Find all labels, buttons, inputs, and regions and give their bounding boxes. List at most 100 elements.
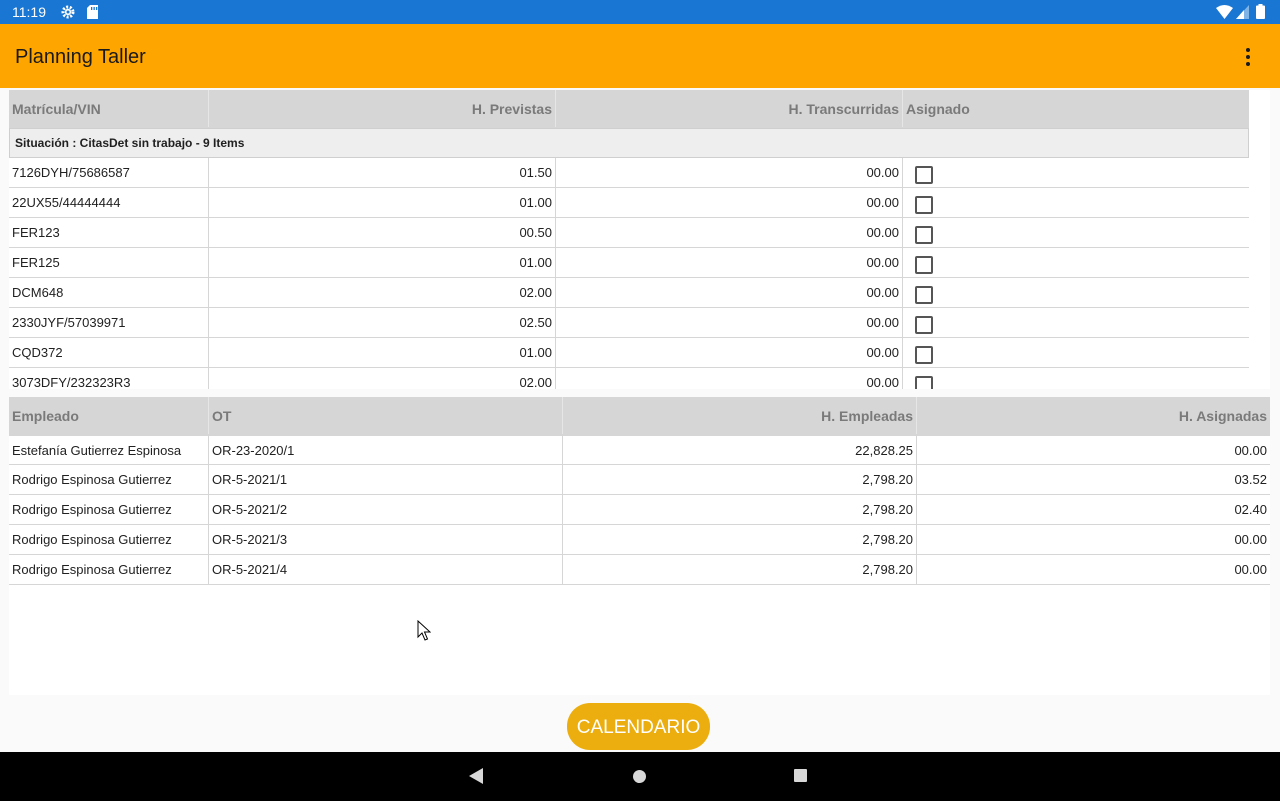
app-bar: Planning Taller [0,24,1280,88]
cell-planned: 01.00 [208,338,555,367]
col-header-plate[interactable]: Matrícula/VIN [9,90,208,127]
cell-used: 2,798.20 [562,555,916,584]
table-row[interactable]: Rodrigo Espinosa Gutierrez OR-5-2021/1 2… [9,465,1270,495]
assigned-checkbox[interactable] [915,166,933,184]
employees-table[interactable]: Empleado OT H. Empleadas H. Asignadas Es… [9,397,1270,695]
cell-assigned-hours: 02.40 [916,495,1270,524]
cell-assigned-hours: 03.52 [916,465,1270,494]
table-row[interactable]: Estefanía Gutierrez Espinosa OR-23-2020/… [9,435,1270,465]
signal-icon [1236,5,1249,19]
cell-planned: 01.50 [208,158,555,187]
sd-card-icon [87,5,98,19]
assigned-checkbox[interactable] [915,286,933,304]
cell-plate: FER125 [12,255,60,270]
vehicles-table[interactable]: Matrícula/VIN H. Previstas H. Transcurri… [9,90,1270,389]
cell-employee: Rodrigo Espinosa Gutierrez [12,502,172,517]
group-header[interactable]: Situación : CitasDet sin trabajo - 9 Ite… [9,128,1249,158]
settings-icon [61,5,75,19]
col-header-employee[interactable]: Empleado [9,397,208,434]
cell-plate: 22UX55/44444444 [12,195,121,210]
cell-employee: Estefanía Gutierrez Espinosa [12,443,182,458]
table-row[interactable]: Rodrigo Espinosa Gutierrez OR-5-2021/4 2… [9,555,1270,585]
cell-assigned [902,338,1249,367]
cell-planned: 01.00 [208,188,555,217]
col-header-elapsed[interactable]: H. Transcurridas [555,90,902,127]
assigned-checkbox[interactable] [915,196,933,214]
cell-planned: 00.50 [208,218,555,247]
cell-elapsed: 00.00 [555,248,902,277]
table-row[interactable]: Rodrigo Espinosa Gutierrez OR-5-2021/3 2… [9,525,1270,555]
cell-plate: 3073DFY/232323R3 [12,375,131,389]
vehicles-table-header: Matrícula/VIN H. Previstas H. Transcurri… [9,90,1249,128]
col-header-planned[interactable]: H. Previstas [208,90,555,127]
cell-used: 2,798.20 [562,465,916,494]
back-icon[interactable] [469,768,483,784]
col-header-assigned[interactable]: Asignado [902,90,1249,127]
table-row[interactable]: 3073DFY/232323R3 02.00 00.00 [9,368,1249,389]
battery-icon [1256,4,1265,19]
cell-assigned [902,248,1249,277]
cell-employee: Rodrigo Espinosa Gutierrez [12,562,172,577]
table-row[interactable]: DCM648 02.00 00.00 [9,278,1249,308]
cell-elapsed: 00.00 [555,308,902,337]
cell-elapsed: 00.00 [555,188,902,217]
table-row[interactable]: FER123 00.50 00.00 [9,218,1249,248]
cell-plate: CQD372 [12,345,63,360]
assigned-checkbox[interactable] [915,376,933,389]
status-bar: 11:19 [0,0,1280,24]
cell-assigned [902,158,1249,187]
table-row[interactable]: Rodrigo Espinosa Gutierrez OR-5-2021/2 2… [9,495,1270,525]
cell-planned: 01.00 [208,248,555,277]
table-row[interactable]: CQD372 01.00 00.00 [9,338,1249,368]
table-row[interactable]: 2330JYF/57039971 02.50 00.00 [9,308,1249,338]
cell-ot: OR-5-2021/2 [208,495,562,524]
cell-used: 22,828.25 [562,436,916,464]
cell-assigned [902,188,1249,217]
app-title: Planning Taller [15,46,146,68]
wifi-icon [1216,5,1233,19]
cell-elapsed: 00.00 [555,278,902,307]
assigned-checkbox[interactable] [915,316,933,334]
cell-planned: 02.00 [208,278,555,307]
cell-ot: OR-5-2021/3 [208,525,562,554]
assigned-checkbox[interactable] [915,346,933,364]
cell-elapsed: 00.00 [555,368,902,389]
table-row[interactable]: FER125 01.00 00.00 [9,248,1249,278]
status-time: 11:19 [12,4,46,20]
cell-used: 2,798.20 [562,525,916,554]
table-row[interactable]: 22UX55/44444444 01.00 00.00 [9,188,1249,218]
assigned-checkbox[interactable] [915,256,933,274]
col-header-ot[interactable]: OT [208,397,562,434]
cell-planned: 02.00 [208,368,555,389]
cell-ot: OR-5-2021/1 [208,465,562,494]
cell-assigned-hours: 00.00 [916,555,1270,584]
cell-plate: 7126DYH/75686587 [12,165,130,180]
mouse-cursor-icon [417,620,431,641]
assigned-checkbox[interactable] [915,226,933,244]
cell-assigned [902,368,1249,389]
cell-plate: DCM648 [12,285,64,300]
cell-elapsed: 00.00 [555,158,902,187]
cell-elapsed: 00.00 [555,338,902,367]
calendar-button[interactable]: CALENDARIO [567,703,710,750]
cell-planned: 02.50 [208,308,555,337]
col-header-assigned-hours[interactable]: H. Asignadas [916,397,1270,434]
table-row[interactable]: 7126DYH/75686587 01.50 00.00 [9,158,1249,188]
cell-assigned-hours: 00.00 [916,525,1270,554]
cell-elapsed: 00.00 [555,218,902,247]
cell-assigned [902,308,1249,337]
cell-employee: Rodrigo Espinosa Gutierrez [12,532,172,547]
cell-employee: Rodrigo Espinosa Gutierrez [12,472,172,487]
employees-table-header: Empleado OT H. Empleadas H. Asignadas [9,397,1270,435]
cell-assigned [902,278,1249,307]
overflow-menu-icon[interactable] [1238,46,1258,68]
cell-plate: FER123 [12,225,60,240]
home-icon[interactable] [633,770,646,783]
cell-assigned-hours: 00.00 [916,436,1270,464]
recents-icon[interactable] [794,769,807,782]
cell-ot: OR-5-2021/4 [208,555,562,584]
cell-used: 2,798.20 [562,495,916,524]
cell-plate: 2330JYF/57039971 [12,315,126,330]
col-header-used[interactable]: H. Empleadas [562,397,916,434]
cell-assigned [902,218,1249,247]
